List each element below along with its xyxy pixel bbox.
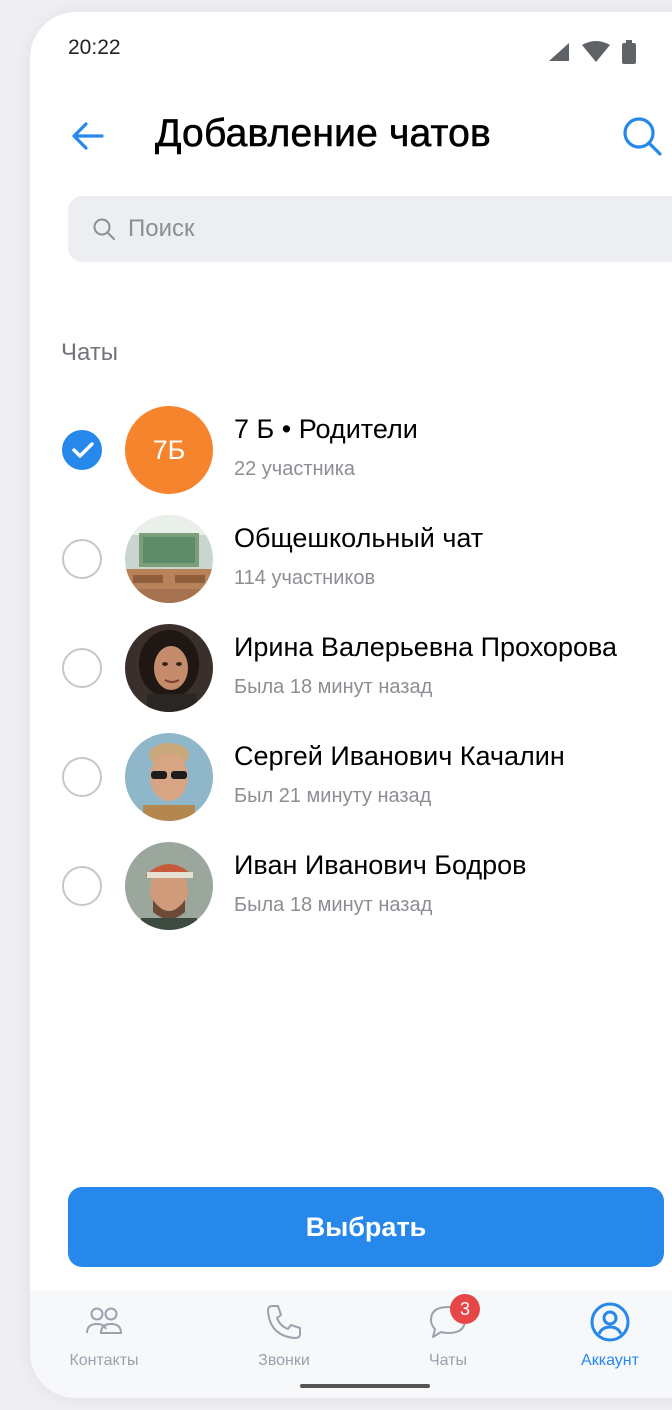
contacts-icon: [86, 1307, 123, 1334]
home-indicator: [300, 1384, 430, 1388]
woman-photo: [125, 624, 213, 712]
chat-row[interactable]: 7Б 7 Б • Родители 22 участника: [30, 392, 672, 501]
select-button[interactable]: Выбрать: [68, 1187, 664, 1267]
tab-label: Аккаунт: [581, 1352, 639, 1369]
tab-bar: Контакты Звонки 3 Чаты Аккаунт: [30, 1290, 672, 1398]
status-time: 20:22: [68, 36, 121, 59]
tab-chats[interactable]: 3 Чаты: [388, 1294, 508, 1386]
man-sunglasses-photo: [125, 733, 213, 821]
classroom-photo: [125, 515, 213, 603]
phone-screen: 20:22 Добавление чатов Чаты: [30, 12, 672, 1398]
chat-subtitle: 114 участников: [234, 567, 376, 589]
chat-icon-wrapper: 3: [426, 1294, 480, 1344]
search-input[interactable]: [128, 215, 528, 243]
selection-checkbox[interactable]: [62, 757, 102, 797]
header: Добавление чатов: [30, 92, 672, 182]
back-arrow-icon[interactable]: [70, 118, 106, 154]
section-label: Чаты: [61, 339, 119, 366]
chat-row[interactable]: Ирина Валерьевна Прохорова Была 18 минут…: [30, 610, 672, 719]
tab-account[interactable]: Аккаунт: [550, 1300, 670, 1386]
tab-calls[interactable]: Звонки: [224, 1300, 344, 1386]
selection-checkbox[interactable]: [62, 539, 102, 579]
man-cap-photo: [125, 842, 213, 930]
phone-icon: [267, 1305, 301, 1339]
chat-subtitle: Была 18 минут назад: [234, 676, 433, 698]
checkmark-icon: [72, 442, 94, 458]
chat-name: 7 Б • Родители: [234, 414, 418, 444]
chat-row[interactable]: Общешкольный чат 114 участников: [30, 501, 672, 610]
tab-label: Чаты: [428, 1352, 468, 1369]
search-icon[interactable]: [620, 114, 664, 158]
chat-list: 7Б 7 Б • Родители 22 участника Общешколь…: [30, 392, 672, 937]
chat-name: Иван Иванович Бодров: [234, 850, 527, 880]
avatar-initials: 7Б: [152, 434, 186, 465]
selection-checkbox[interactable]: [62, 648, 102, 688]
chat-name: Ирина Валерьевна Прохорова: [234, 632, 618, 662]
chat-name: Общешкольный чат: [234, 523, 484, 553]
battery-icon: [622, 40, 636, 64]
tab-contacts[interactable]: Контакты: [44, 1300, 164, 1386]
avatar: [125, 842, 213, 930]
search-field-icon: [93, 218, 115, 240]
wifi-icon: [582, 41, 610, 62]
avatar: 7Б: [125, 406, 213, 494]
account-icon: [590, 1302, 630, 1342]
page-title: Добавление чатов: [155, 112, 491, 156]
chat-row[interactable]: Иван Иванович Бодров Была 18 минут назад: [30, 828, 672, 937]
status-bar: 20:22: [30, 12, 672, 84]
status-icons: [548, 40, 636, 64]
cellular-signal-icon: [549, 43, 569, 61]
unread-badge: 3: [450, 1294, 480, 1324]
avatar: [125, 733, 213, 821]
chat-subtitle: 22 участника: [234, 458, 356, 480]
tab-label: Контакты: [69, 1352, 139, 1369]
selection-checkbox[interactable]: [62, 866, 102, 906]
avatar: [125, 515, 213, 603]
selection-checkbox[interactable]: [62, 430, 102, 470]
tab-label: Звонки: [258, 1352, 310, 1369]
chat-name: Сергей Иванович Качалин: [234, 741, 565, 771]
avatar: [125, 624, 213, 712]
chat-subtitle: Была 18 минут назад: [234, 894, 433, 916]
chat-subtitle: Был 21 минуту назад: [234, 785, 432, 807]
search-bar[interactable]: [68, 196, 672, 262]
chat-row[interactable]: Сергей Иванович Качалин Был 21 минуту на…: [30, 719, 672, 828]
